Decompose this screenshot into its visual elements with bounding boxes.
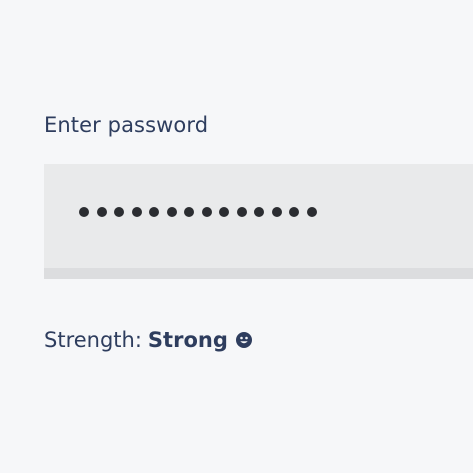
mask-dot [149,207,159,217]
mask-dot [166,207,177,217]
password-form: Enter password Strength: Strong [0,0,473,473]
mask-dot [254,207,264,217]
password-input[interactable] [44,164,473,279]
mask-dot [184,207,194,217]
mask-dot [289,207,299,217]
strength-value: Strong [147,328,228,352]
mask-dot [96,207,107,217]
mask-dot [271,207,282,217]
smiley-icon [235,332,252,348]
mask-dot [201,207,212,217]
strength-indicator: Strength: Strong [44,328,252,352]
mask-dot [79,207,89,217]
mask-dot [236,207,247,217]
mask-dot [131,207,142,217]
masked-password-value [79,197,317,227]
mask-dot [219,207,229,217]
strength-prefix: Strength: [44,328,142,352]
mask-dot [114,207,124,217]
password-label: Enter password [44,113,209,137]
mask-dot [306,207,317,217]
